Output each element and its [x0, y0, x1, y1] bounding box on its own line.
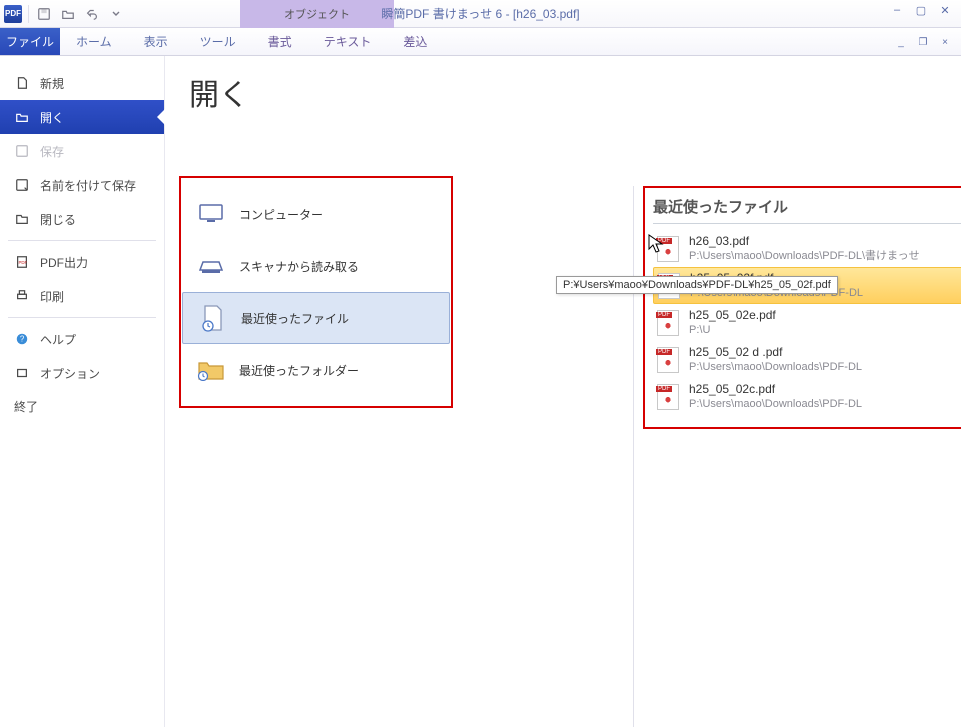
contextual-tab-header: オブジェクト: [240, 0, 394, 28]
recent-files-panel: 最近使ったファイル h26_03.pdf P:\Users\maoo\Downl…: [643, 186, 961, 429]
backstage-content: 開く コンピューター スキャナから読み取る 最近使ったファイル 最近使ったフォル…: [165, 56, 961, 727]
recent-file-row[interactable]: h25_05_02 d .pdf P:\Users\maoo\Downloads…: [653, 341, 961, 378]
backstage-heading: 開く: [189, 70, 249, 114]
app-icon[interactable]: PDF: [4, 5, 22, 23]
sidebar-item-label: 新規: [40, 75, 64, 92]
pdf-file-icon: [657, 384, 679, 410]
action-scanner[interactable]: スキャナから読み取る: [181, 240, 451, 292]
minimize-button[interactable]: –: [889, 2, 905, 18]
sidebar-item-label: 開く: [40, 109, 64, 126]
file-name: h25_05_02c.pdf: [689, 382, 961, 398]
save-icon: [14, 143, 30, 159]
tab-tool[interactable]: ツール: [184, 28, 252, 55]
sidebar-item-print[interactable]: 印刷: [0, 279, 164, 313]
recent-file-row[interactable]: h25_05_02c.pdf P:\Users\maoo\Downloads\P…: [653, 378, 961, 415]
print-icon: [14, 288, 30, 304]
pdf-file-icon: [657, 310, 679, 336]
recent-files-title: 最近使ったファイル: [653, 196, 961, 224]
sidebar-separator: [8, 240, 156, 241]
action-label: 最近使ったファイル: [241, 310, 349, 327]
tab-text[interactable]: テキスト: [308, 28, 388, 55]
tooltip: P:¥Users¥maoo¥Downloads¥PDF-DL¥h25_05_02…: [556, 276, 838, 294]
page-icon: [14, 75, 30, 91]
action-computer[interactable]: コンピューター: [181, 188, 451, 240]
sidebar-item-label: PDF出力: [40, 254, 88, 271]
qat-dropdown-icon[interactable]: [107, 5, 125, 23]
sidebar-item-close[interactable]: 閉じる: [0, 202, 164, 236]
title-bar: PDF オブジェクト 瞬簡PDF 書けまっせ 6 - [h26_03.pdf] …: [0, 0, 961, 28]
gear-icon: [14, 365, 30, 381]
sidebar-separator: [8, 317, 156, 318]
tab-merge[interactable]: 差込: [387, 28, 443, 55]
undo-icon[interactable]: [83, 5, 101, 23]
save-icon[interactable]: [35, 5, 53, 23]
help-icon: ?: [14, 331, 30, 347]
pdf-file-icon: [657, 236, 679, 262]
file-path: P:\Users\maoo\Downloads\PDF-DL: [689, 397, 961, 411]
tab-home[interactable]: ホーム: [60, 28, 128, 55]
file-name: h25_05_02 d .pdf: [689, 345, 961, 361]
pdf-export-icon: PDF: [14, 254, 30, 270]
file-name: h25_05_02e.pdf: [689, 308, 961, 324]
scanner-icon: [197, 252, 225, 280]
window-controls: – ▢ ✕: [889, 2, 953, 18]
sidebar-item-label: 印刷: [40, 288, 64, 305]
pdf-file-icon: [657, 347, 679, 373]
sidebar-item-saveas[interactable]: 名前を付けて保存: [0, 168, 164, 202]
mdi-close[interactable]: ×: [937, 34, 953, 50]
qat-separator: [28, 5, 29, 23]
open-action-list: コンピューター スキャナから読み取る 最近使ったファイル 最近使ったフォルダー: [179, 176, 453, 408]
recent-file-icon: [199, 304, 227, 332]
vertical-divider: [633, 186, 634, 727]
tab-format[interactable]: 書式: [252, 28, 308, 55]
action-label: スキャナから読み取る: [239, 258, 359, 275]
svg-text:PDF: PDF: [19, 260, 28, 265]
sidebar-item-label: 閉じる: [40, 211, 76, 228]
monitor-icon: [197, 200, 225, 228]
tab-view[interactable]: 表示: [128, 28, 184, 55]
sidebar-item-pdfexport[interactable]: PDF PDF出力: [0, 245, 164, 279]
backstage-view: 新規 開く 保存 名前を付けて保存 閉じる PDF PDF出力 印刷 ?: [0, 56, 961, 727]
sidebar-item-label: 名前を付けて保存: [40, 177, 136, 194]
action-label: コンピューター: [239, 206, 323, 223]
file-path: P:\U: [689, 323, 961, 337]
backstage-sidebar: 新規 開く 保存 名前を付けて保存 閉じる PDF PDF出力 印刷 ?: [0, 56, 165, 727]
action-label: 最近使ったフォルダー: [239, 362, 359, 379]
file-path: P:\Users\maoo\Downloads\PDF-DL\書けまっせ: [689, 249, 961, 263]
sidebar-item-open[interactable]: 開く: [0, 100, 164, 134]
sidebar-item-options[interactable]: オプション: [0, 356, 164, 390]
action-recent-folders[interactable]: 最近使ったフォルダー: [181, 344, 451, 396]
ribbon-tabs: ファイル ホーム 表示 ツール 書式 テキスト 差込 _ ❐ ×: [0, 28, 961, 56]
file-path: P:\Users\maoo\Downloads\PDF-DL: [689, 360, 961, 374]
close-button[interactable]: ✕: [937, 2, 953, 18]
window-title: 瞬簡PDF 書けまっせ 6 - [h26_03.pdf]: [381, 5, 579, 22]
file-name: h26_03.pdf: [689, 234, 961, 250]
mdi-minimize[interactable]: _: [893, 34, 909, 50]
folder-open-icon: [14, 109, 30, 125]
open-icon[interactable]: [59, 5, 77, 23]
sidebar-item-save: 保存: [0, 134, 164, 168]
sidebar-item-label: オプション: [40, 365, 100, 382]
action-recent-files[interactable]: 最近使ったファイル: [182, 292, 450, 344]
file-tab[interactable]: ファイル: [0, 28, 60, 55]
maximize-button[interactable]: ▢: [913, 2, 929, 18]
sidebar-item-new[interactable]: 新規: [0, 66, 164, 100]
sidebar-item-label: ヘルプ: [40, 331, 76, 348]
quick-access-toolbar: PDF: [0, 5, 125, 23]
sidebar-item-help[interactable]: ? ヘルプ: [0, 322, 164, 356]
folder-close-icon: [14, 211, 30, 227]
recent-file-row[interactable]: h25_05_02e.pdf P:\U 📌: [653, 304, 961, 341]
recent-folder-icon: [197, 356, 225, 384]
svg-text:?: ?: [20, 335, 25, 344]
save-as-icon: [14, 177, 30, 193]
sidebar-item-label: 保存: [40, 143, 64, 160]
recent-file-row[interactable]: h26_03.pdf P:\Users\maoo\Downloads\PDF-D…: [653, 230, 961, 267]
mdi-controls: _ ❐ ×: [893, 34, 953, 50]
mdi-restore[interactable]: ❐: [915, 34, 931, 50]
sidebar-item-exit[interactable]: 終了: [0, 390, 164, 423]
